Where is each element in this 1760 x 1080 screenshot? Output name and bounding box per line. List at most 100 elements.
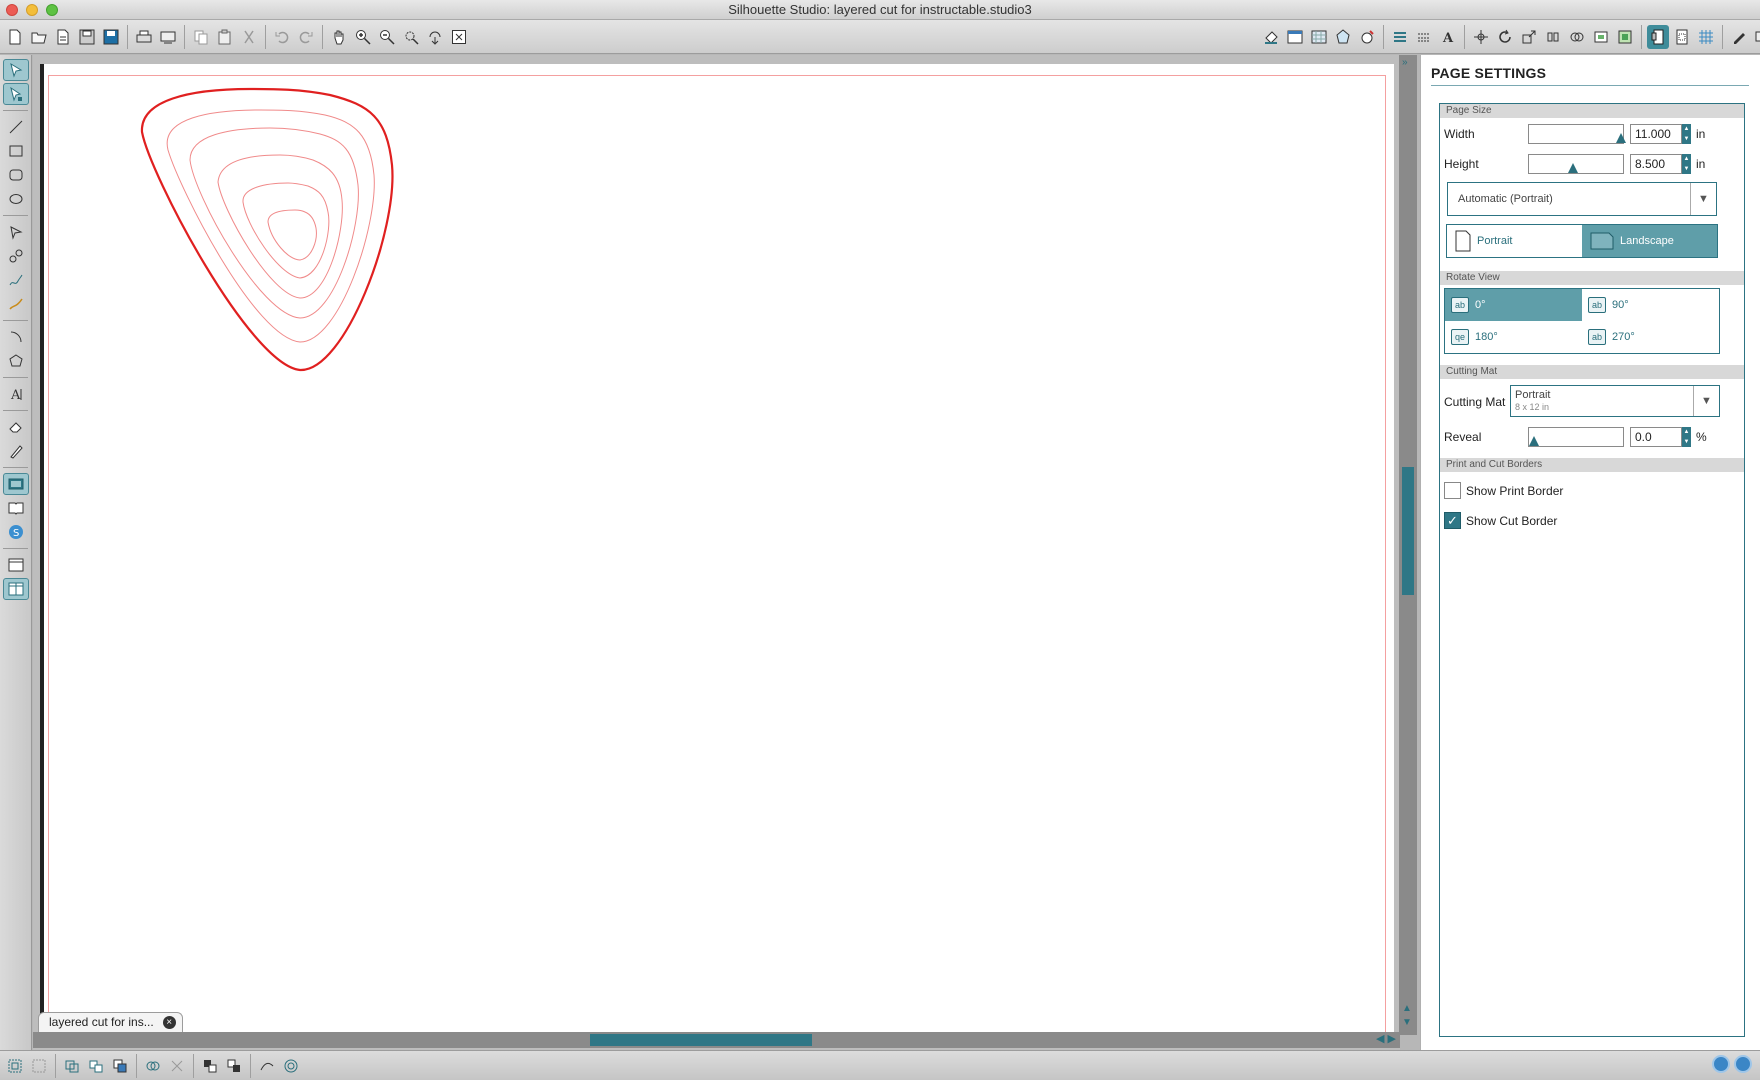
landscape-button[interactable]: Landscape: [1582, 225, 1717, 257]
rounded-rect-icon[interactable]: [3, 164, 29, 186]
make-compound-icon[interactable]: [61, 1054, 83, 1078]
ungroup-icon[interactable]: [28, 1054, 50, 1078]
horizontal-scrollbar[interactable]: ◀ ▶: [33, 1032, 1400, 1048]
send-to-back-icon[interactable]: [223, 1054, 245, 1078]
select-icon[interactable]: [3, 59, 29, 81]
save-icon[interactable]: [76, 25, 98, 49]
text-style-icon[interactable]: A: [1437, 25, 1459, 49]
store-icon[interactable]: S: [3, 521, 29, 543]
bring-forward-icon[interactable]: [109, 1054, 131, 1078]
grid-icon[interactable]: [1695, 25, 1717, 49]
height-input[interactable]: 8.500: [1630, 154, 1682, 174]
send-icon[interactable]: [157, 25, 179, 49]
zoom-drag-icon[interactable]: [424, 25, 446, 49]
trace-icon[interactable]: [1614, 25, 1636, 49]
rectangle-icon[interactable]: [3, 140, 29, 162]
weld-icon[interactable]: [142, 1054, 164, 1078]
replicate-icon[interactable]: [1413, 25, 1435, 49]
new-doc-icon[interactable]: [4, 25, 26, 49]
ellipse-icon[interactable]: [3, 188, 29, 210]
pattern-icon[interactable]: [1332, 25, 1354, 49]
smooth-freehand-icon[interactable]: [3, 293, 29, 315]
show-print-border-checkbox[interactable]: [1444, 482, 1461, 499]
cut-settings-icon[interactable]: [1671, 25, 1693, 49]
offset-rings-icon[interactable]: [280, 1054, 302, 1078]
close-window-button[interactable]: [6, 4, 18, 16]
help-icon[interactable]: [1734, 1055, 1752, 1073]
reveal-slider-knob[interactable]: [1529, 436, 1539, 446]
print-icon[interactable]: [133, 25, 155, 49]
reveal-stepper[interactable]: ▲ ▼: [1682, 427, 1691, 447]
open-icon[interactable]: [28, 25, 50, 49]
width-slider-knob[interactable]: [1616, 133, 1626, 143]
zoom-select-icon[interactable]: [400, 25, 422, 49]
knife-trace-icon[interactable]: [256, 1054, 278, 1078]
rotate-270-button[interactable]: ab 270°: [1582, 321, 1719, 353]
rotate-0-button[interactable]: ab 0°: [1445, 289, 1582, 321]
close-tab-icon[interactable]: ×: [162, 1016, 176, 1029]
zoom-in-icon[interactable]: [352, 25, 374, 49]
scroll-left-right-icon[interactable]: ◀ ▶: [1376, 1032, 1396, 1045]
scroll-up-icon[interactable]: ▲: [1402, 1003, 1412, 1014]
vertical-scrollbar[interactable]: » ▲ ▼: [1399, 55, 1417, 1035]
show-cut-border-checkbox[interactable]: ✓: [1444, 512, 1461, 529]
zoom-out-icon[interactable]: [376, 25, 398, 49]
scroll-down-icon[interactable]: ▼: [1402, 1017, 1412, 1028]
scale-icon[interactable]: [1518, 25, 1540, 49]
undo-icon[interactable]: [271, 25, 293, 49]
width-stepper[interactable]: ▲ ▼: [1682, 124, 1691, 144]
delete-icon[interactable]: [166, 1054, 188, 1078]
height-slider[interactable]: [1528, 154, 1624, 174]
height-slider-knob[interactable]: [1568, 163, 1578, 173]
maximize-window-button[interactable]: [46, 4, 58, 16]
offset-icon[interactable]: [1590, 25, 1612, 49]
release-compound-icon[interactable]: [85, 1054, 107, 1078]
transform-icon[interactable]: [1470, 25, 1492, 49]
cut-icon[interactable]: [238, 25, 260, 49]
split-view-icon[interactable]: [3, 578, 29, 600]
rotate-icon[interactable]: [1494, 25, 1516, 49]
group-icon[interactable]: [4, 1054, 26, 1078]
arc-icon[interactable]: [3, 326, 29, 348]
cutting-mat-dropdown[interactable]: Portrait 8 x 12 in ▼: [1510, 385, 1720, 417]
open-recent-icon[interactable]: [52, 25, 74, 49]
reveal-slider[interactable]: [1528, 427, 1624, 447]
width-slider[interactable]: [1528, 124, 1626, 144]
portrait-button[interactable]: Portrait: [1447, 225, 1582, 257]
align-icon[interactable]: [1389, 25, 1411, 49]
library-icon[interactable]: [3, 497, 29, 519]
send-backward-icon[interactable]: [199, 1054, 221, 1078]
gradient-icon[interactable]: [1308, 25, 1330, 49]
point-edit-icon[interactable]: [3, 83, 29, 105]
expand-panel-icon[interactable]: »: [1402, 57, 1408, 68]
horizontal-scroll-thumb[interactable]: [590, 1034, 812, 1046]
layered-shape[interactable]: [130, 80, 450, 410]
freehand-icon[interactable]: [3, 269, 29, 291]
settings-gear-icon[interactable]: [1712, 1055, 1730, 1073]
move-icon[interactable]: [1542, 25, 1564, 49]
modify-icon[interactable]: [1566, 25, 1588, 49]
copy-icon[interactable]: [190, 25, 212, 49]
page-size-dropdown[interactable]: Automatic (Portrait) ▼: [1447, 182, 1717, 216]
height-stepper[interactable]: ▲ ▼: [1682, 154, 1691, 174]
eraser-icon[interactable]: [3, 416, 29, 438]
send-to-silhouette-icon[interactable]: [1752, 25, 1760, 49]
rotate-180-button[interactable]: qe 180°: [1445, 321, 1582, 353]
curve-icon[interactable]: [3, 245, 29, 267]
paste-icon[interactable]: [214, 25, 236, 49]
save-as-icon[interactable]: [100, 25, 122, 49]
line-icon[interactable]: [3, 116, 29, 138]
minimize-window-button[interactable]: [26, 4, 38, 16]
document-tab[interactable]: layered cut for ins... ×: [38, 1012, 183, 1032]
rotate-90-button[interactable]: ab 90°: [1582, 289, 1719, 321]
single-view-icon[interactable]: [3, 554, 29, 576]
reveal-input[interactable]: 0.0: [1630, 427, 1682, 447]
line-color-icon[interactable]: [1284, 25, 1306, 49]
draw-screen-icon[interactable]: [3, 473, 29, 495]
width-input[interactable]: 11.000: [1630, 124, 1682, 144]
line-style-icon[interactable]: [1356, 25, 1378, 49]
regular-polygon-icon[interactable]: [3, 350, 29, 372]
pan-icon[interactable]: [328, 25, 350, 49]
knife-icon[interactable]: [3, 440, 29, 462]
redo-icon[interactable]: [295, 25, 317, 49]
